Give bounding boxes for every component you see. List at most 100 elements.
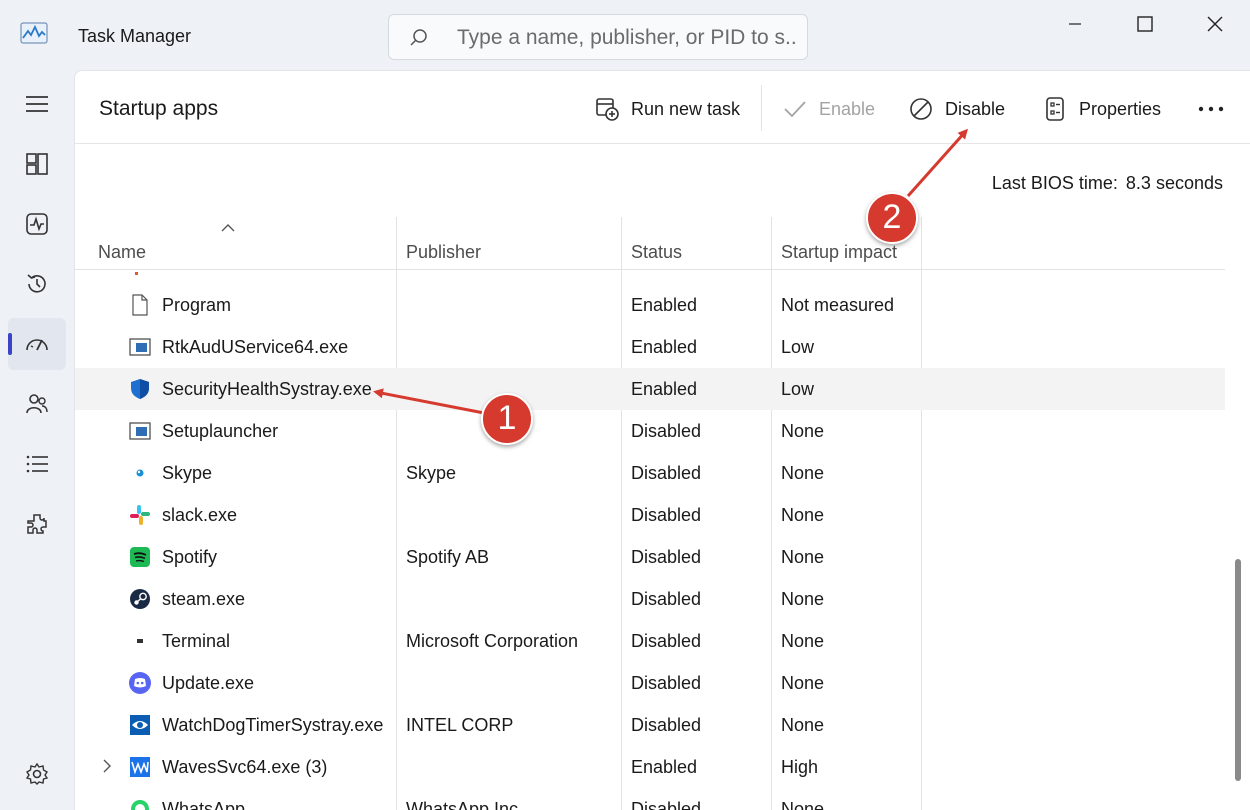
table-row[interactable]: steam.exe Disabled None xyxy=(75,578,1225,620)
nav-processes[interactable] xyxy=(8,138,66,190)
hamburger-menu-button[interactable] xyxy=(8,78,66,130)
nav-performance[interactable] xyxy=(8,198,66,250)
table-row[interactable]: WatchDogTimerSystray.exe INTEL CORP Disa… xyxy=(75,704,1225,746)
nav-services[interactable] xyxy=(8,498,66,550)
app-status: Enabled xyxy=(631,295,698,315)
search-box[interactable] xyxy=(388,14,808,60)
window-title: Task Manager xyxy=(78,26,192,46)
checkmark-icon xyxy=(784,101,806,118)
app-name: steam.exe xyxy=(162,589,246,609)
app-publisher: Skype xyxy=(406,463,457,483)
eye-icon xyxy=(130,715,150,735)
table-row[interactable]: Spotify Spotify AB Disabled None xyxy=(75,536,1225,578)
app-name: WhatsApp xyxy=(162,799,246,810)
app-name: Setuplauncher xyxy=(162,421,279,441)
run-new-task-button[interactable]: Run new task xyxy=(595,93,740,125)
properties-icon xyxy=(1046,97,1064,121)
app-impact: None xyxy=(781,463,825,483)
app-status: Disabled xyxy=(631,673,702,693)
app-status: Disabled xyxy=(631,547,702,567)
table-row[interactable]: Setuplauncher Disabled None xyxy=(75,410,1225,452)
app-publisher: Spotify AB xyxy=(406,547,490,567)
app-name: SecurityHealthSystray.exe xyxy=(162,379,372,399)
nav-users[interactable] xyxy=(8,378,66,430)
app-impact: None xyxy=(781,799,825,810)
app-name: Terminal xyxy=(162,631,231,651)
app-name: WatchDogTimerSystray.exe xyxy=(162,715,384,735)
app-status: Disabled xyxy=(631,505,702,525)
whatsapp-icon xyxy=(131,800,149,810)
main-panel: Startup apps Run new task Enable Disable xyxy=(74,70,1250,810)
column-header-publisher[interactable]: Publisher xyxy=(406,242,481,263)
minimize-button[interactable] xyxy=(1052,10,1098,38)
disable-button[interactable]: Disable xyxy=(909,93,1005,125)
table-row[interactable]: Update.exe Disabled None xyxy=(75,662,1225,704)
app-window-icon xyxy=(129,422,151,440)
discord-icon xyxy=(129,672,151,694)
table-row[interactable]: WavesSvc64.exe (3) Enabled High xyxy=(75,746,1225,788)
table-row[interactable]: RtkAudUService64.exe Enabled Low xyxy=(75,326,1225,368)
app-impact: High xyxy=(781,757,819,777)
column-header-name[interactable]: Name xyxy=(98,242,146,263)
details-icon xyxy=(26,455,48,473)
maximize-button[interactable] xyxy=(1122,10,1168,38)
startup-apps-icon xyxy=(26,339,48,351)
app-name: Skype xyxy=(162,463,213,483)
app-impact: Not measured xyxy=(781,295,895,315)
waves-icon xyxy=(130,757,150,777)
table-row[interactable]: Program Enabled Not measured xyxy=(75,284,1225,326)
table-row[interactable]: Skype Skype Disabled None xyxy=(75,452,1225,494)
bios-label: Last BIOS time: xyxy=(991,173,1118,193)
disable-label: Disable xyxy=(945,98,1006,119)
app-name: RtkAudUService64.exe xyxy=(162,337,349,357)
services-icon xyxy=(27,514,47,534)
sort-ascending-icon xyxy=(221,224,235,232)
shield-icon xyxy=(131,379,149,399)
more-options-button[interactable] xyxy=(1197,93,1237,125)
app-publisher: Microsoft Corporation xyxy=(406,631,579,651)
app-publisher: INTEL CORP xyxy=(406,715,514,735)
app-status: Disabled xyxy=(631,799,702,810)
search-input[interactable] xyxy=(457,23,797,53)
table-row[interactable]: WhatsApp WhatsApp Inc. Disabled None xyxy=(75,788,1225,810)
scrollbar-thumb[interactable] xyxy=(1235,559,1241,781)
table-row-selected[interactable]: SecurityHealthSystray.exe Enabled Low xyxy=(75,368,1225,410)
properties-label: Properties xyxy=(1079,98,1162,119)
app-status: Disabled xyxy=(631,715,702,735)
app-name: slack.exe xyxy=(162,505,238,525)
app-name: Spotify xyxy=(162,547,218,567)
terminal-icon xyxy=(137,639,143,643)
nav-app-history[interactable] xyxy=(8,258,66,310)
app-status: Disabled xyxy=(631,421,702,441)
properties-button[interactable]: Properties xyxy=(1043,93,1161,125)
processes-icon xyxy=(26,153,48,175)
page-title: Startup apps xyxy=(99,97,219,120)
app-icon xyxy=(135,272,138,275)
run-new-task-label: Run new task xyxy=(631,98,741,119)
app-impact: None xyxy=(781,547,825,567)
annotation-badge-1: 1 xyxy=(481,393,533,445)
table-row[interactable]: slack.exe Disabled None xyxy=(75,494,1225,536)
app-impact: None xyxy=(781,505,825,525)
table-row[interactable]: Terminal Microsoft Corporation Disabled … xyxy=(75,620,1225,662)
slack-icon xyxy=(130,505,150,525)
app-status: Enabled xyxy=(631,757,698,777)
nav-details[interactable] xyxy=(8,438,66,490)
enable-button[interactable]: Enable xyxy=(783,93,875,125)
nav-startup-apps[interactable] xyxy=(8,318,66,370)
app-impact: None xyxy=(781,631,825,651)
nav-settings[interactable] xyxy=(8,748,66,800)
toolbar-separator xyxy=(761,85,762,131)
column-header-startup-impact[interactable]: Startup impact xyxy=(781,242,897,263)
startup-app-list: Program Enabled Not measured RtkAudUServ… xyxy=(75,270,1225,810)
bios-value: 8.3 seconds xyxy=(1125,173,1223,193)
app-name: WavesSvc64.exe (3) xyxy=(162,757,328,777)
chevron-right-icon[interactable] xyxy=(101,758,113,774)
app-impact: Low xyxy=(781,379,815,399)
column-header-status[interactable]: Status xyxy=(631,242,682,263)
spotify-icon xyxy=(130,547,150,567)
close-button[interactable] xyxy=(1192,10,1238,38)
app-status: Disabled xyxy=(631,463,702,483)
app-status: Disabled xyxy=(631,631,702,651)
settings-icon xyxy=(25,762,49,785)
